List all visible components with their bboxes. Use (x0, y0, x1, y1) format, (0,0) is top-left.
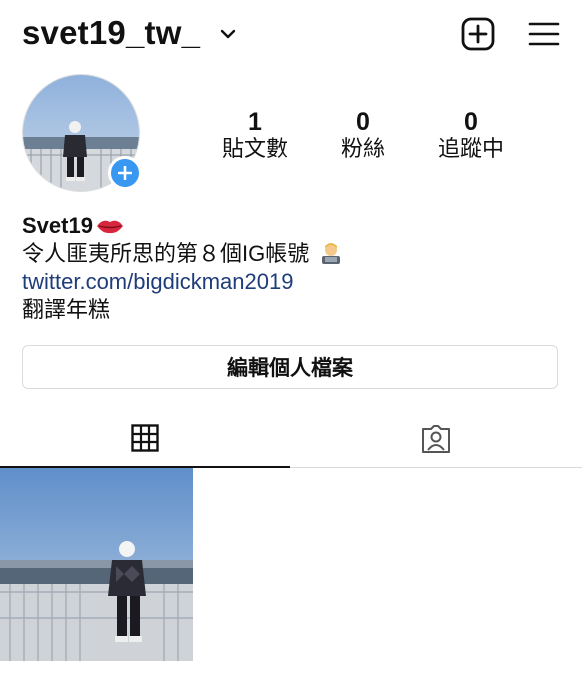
following-count: 0 (464, 108, 478, 136)
post-thumbnail[interactable] (0, 468, 193, 661)
tab-posts-grid[interactable] (0, 412, 290, 468)
hamburger-menu-icon[interactable] (528, 20, 560, 48)
grid-icon (131, 424, 159, 452)
bio-line: 令人匪夷所思的第８個IG帳號 (22, 240, 562, 268)
tab-tagged[interactable] (291, 412, 582, 466)
technologist-emoji-icon (322, 243, 341, 264)
posts-label: 貼文數 (221, 136, 288, 161)
top-bar: svet19_tw_ (0, 0, 582, 68)
edit-profile-button[interactable]: 編輯個人檔案 (22, 345, 558, 389)
followers-label: 粉絲 (340, 136, 385, 161)
profile-tabs (0, 412, 582, 468)
add-story-button[interactable] (108, 156, 142, 190)
plus-icon (118, 166, 132, 180)
followers-stat[interactable]: 0 粉絲 (308, 108, 418, 162)
tagged-person-icon (422, 425, 450, 453)
profile-name-row: Svet19 (22, 212, 562, 240)
posts-stat[interactable]: 1 貼文數 (200, 108, 310, 162)
profile-name: Svet19 (22, 213, 93, 238)
following-label: 追蹤中 (437, 136, 504, 161)
chevron-down-icon[interactable] (218, 24, 238, 44)
username-title[interactable]: svet19_tw_ (22, 14, 200, 52)
profile-bio: Svet19 令人匪夷所思的第８個IG帳號 twitter.com/bigdic… (22, 212, 562, 324)
followers-count: 0 (356, 108, 370, 136)
post-photo (0, 468, 193, 661)
new-post-icon[interactable] (461, 17, 495, 51)
posts-count: 1 (248, 108, 262, 136)
bio-line-translate[interactable]: 翻譯年糕 (22, 296, 562, 324)
profile-link[interactable]: twitter.com/bigdickman2019 (22, 268, 562, 296)
following-stat[interactable]: 0 追蹤中 (416, 108, 526, 162)
lips-emoji-icon (96, 220, 123, 234)
